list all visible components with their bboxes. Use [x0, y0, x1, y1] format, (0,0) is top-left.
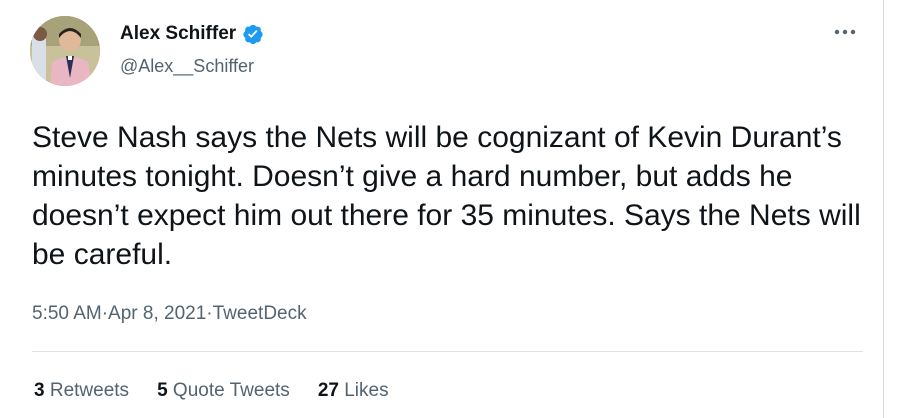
- tweet-meta: 5:50 AM · Apr 8, 2021 · TweetDeck: [32, 301, 307, 327]
- retweets-stat[interactable]: 3 Retweets: [34, 378, 129, 404]
- tweet-card: Alex Schiffer @Alex__Schiffer Steve Nash…: [0, 0, 884, 418]
- quote-tweets-label: Quote Tweets: [172, 380, 290, 401]
- name-row: Alex Schiffer: [120, 22, 264, 46]
- tweet-time[interactable]: 5:50 AM: [32, 301, 102, 327]
- retweets-label: Retweets: [49, 380, 130, 401]
- avatar-photo: [30, 16, 100, 86]
- quote-tweets-count: 5: [157, 380, 168, 401]
- quote-tweets-stat[interactable]: 5 Quote Tweets: [157, 378, 290, 404]
- tweet-stats: 3 Retweets 5 Quote Tweets 27 Likes: [34, 378, 389, 404]
- tweet-text: Steve Nash says the Nets will be cogniza…: [32, 121, 870, 271]
- more-options-icon[interactable]: [831, 22, 859, 42]
- likes-count: 27: [317, 380, 339, 401]
- display-name[interactable]: Alex Schiffer: [120, 22, 236, 46]
- divider: [32, 351, 863, 352]
- likes-label: Likes: [344, 380, 389, 401]
- handle[interactable]: @Alex__Schiffer: [120, 54, 254, 78]
- likes-stat[interactable]: 27 Likes: [318, 378, 389, 404]
- verified-badge-icon: [242, 23, 264, 45]
- tweet-header: Alex Schiffer @Alex__Schiffer: [30, 16, 863, 88]
- avatar[interactable]: [30, 16, 100, 86]
- tweet-source[interactable]: TweetDeck: [213, 301, 307, 327]
- retweets-count: 3: [34, 380, 45, 401]
- tweet-date[interactable]: Apr 8, 2021: [108, 301, 206, 327]
